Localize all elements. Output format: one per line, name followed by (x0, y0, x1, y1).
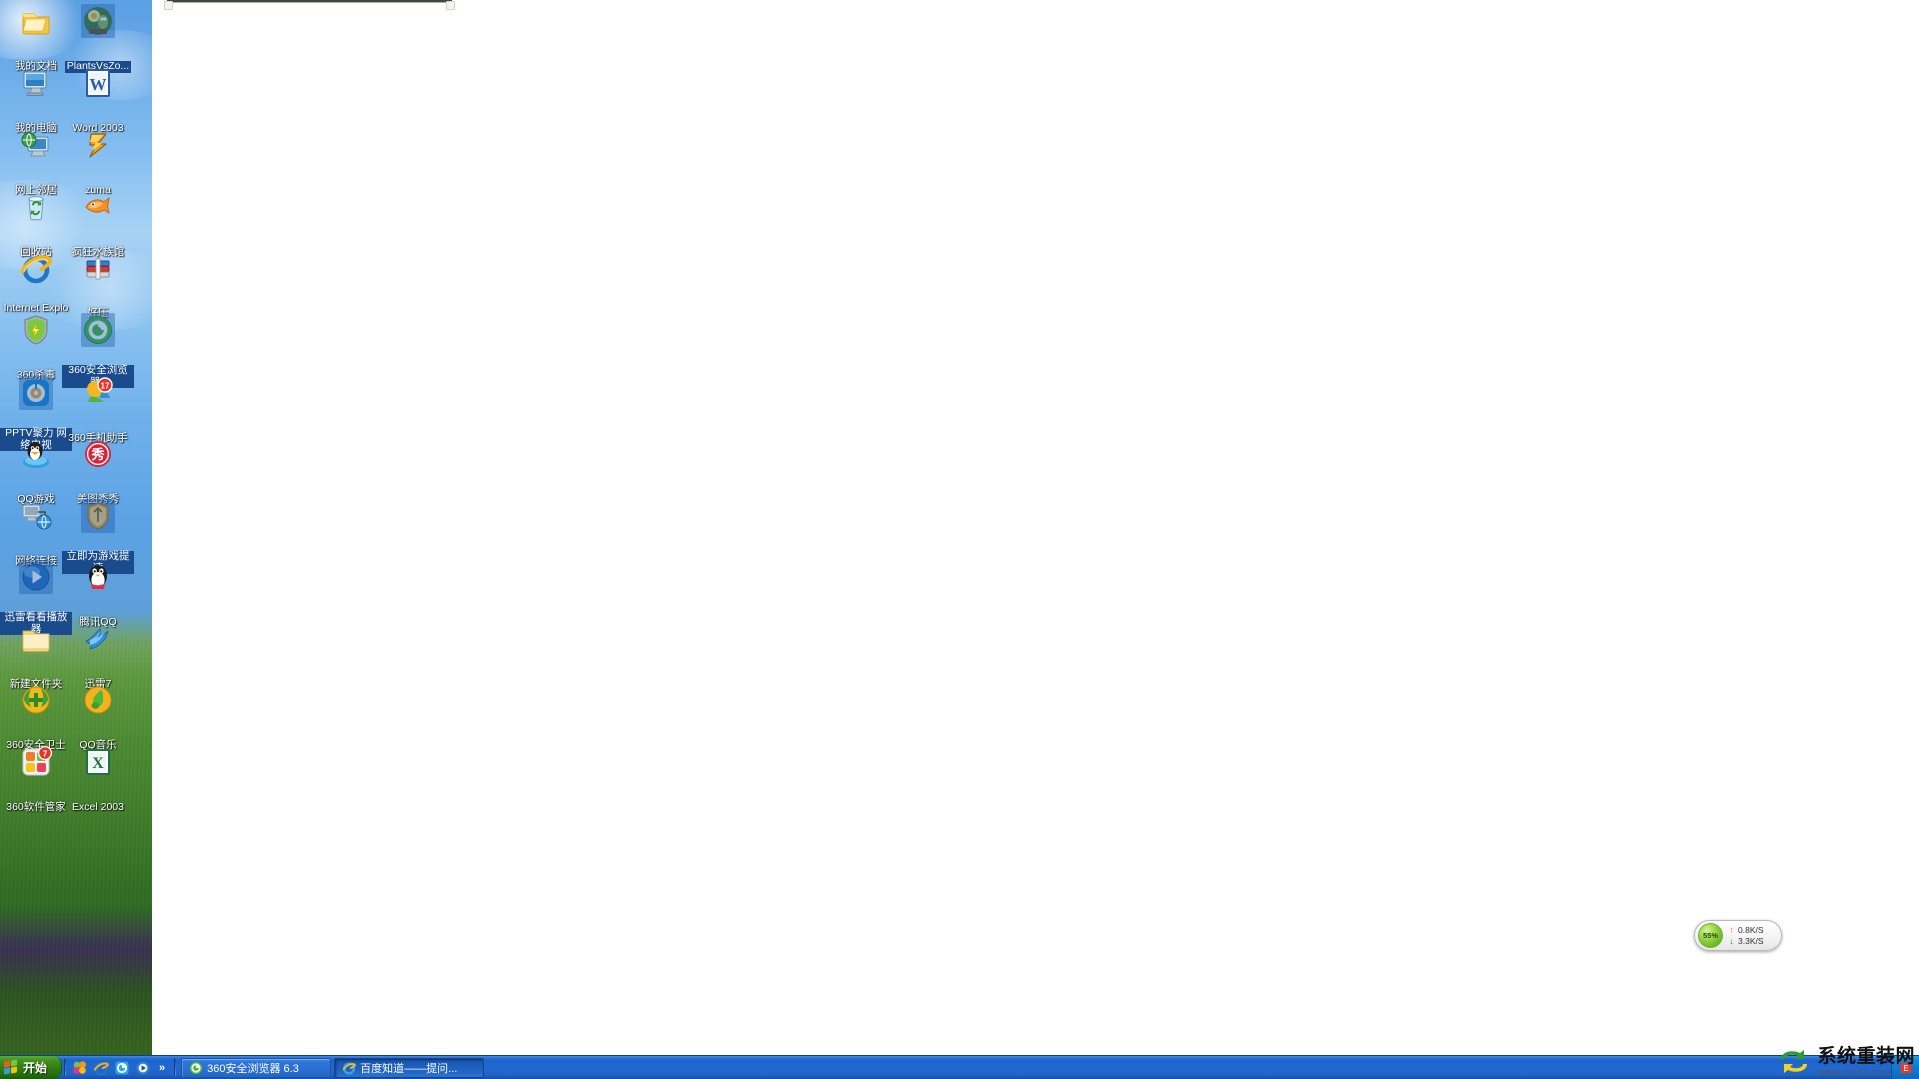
tray-app-icon[interactable]: E (1898, 1060, 1913, 1075)
desktop-icon-360-mobile-assistant[interactable]: 17 360手机助手 (62, 377, 134, 446)
desktop-icon-fish-aquarium[interactable]: 疯狂水族馆 (62, 191, 134, 260)
application-white-canvas (0, 0, 1919, 1055)
desktop-icon-haozip-archive[interactable]: 好压 (62, 252, 134, 321)
plants-vs-zombies-icon (81, 4, 115, 38)
task-button[interactable]: 360安全浏览器 6.3 (181, 1057, 332, 1078)
xunlei-kankan-icon (19, 560, 53, 594)
memory-usage-gauge: 55% (1698, 923, 1723, 948)
taskbar-divider (64, 1059, 66, 1076)
new-folder-icon (20, 623, 52, 655)
360-mobile-assistant-icon: 17 (82, 377, 114, 409)
upload-arrow-icon: ↑ (1729, 925, 1734, 935)
desktop-icon-label: Excel 2003 (72, 801, 124, 813)
quick-launch-bar: » (68, 1056, 172, 1079)
qq-music-icon (82, 684, 114, 716)
start-button[interactable]: 开始 (0, 1056, 62, 1079)
desktop-icon-xunlei-7[interactable]: 迅雷7 (62, 623, 134, 692)
svg-text:E: E (1903, 1064, 1908, 1073)
start-button-label: 开始 (23, 1061, 48, 1075)
task-button-active[interactable]: 百度知道——提问... (334, 1057, 485, 1078)
windows-flag-icon (4, 1059, 19, 1075)
my-computer-icon (20, 67, 52, 99)
media-player-icon[interactable] (135, 1060, 151, 1076)
360-safeguard-icon (20, 684, 52, 716)
xunlei-7-icon (82, 623, 114, 655)
desktop-icon-excel-2003[interactable]: X Excel 2003 (62, 746, 134, 815)
desktop-icon-qq-music[interactable]: QQ音乐 (62, 684, 134, 753)
quick-launch-overflow-button[interactable]: » (156, 1060, 168, 1076)
zuma-game-icon (82, 129, 114, 161)
360-software-manager-icon: 7 (20, 746, 52, 778)
pptv-icon (19, 376, 53, 410)
speed-readout: ↑ 0.8K/S ↓ 3.3K/S (1727, 924, 1764, 947)
svg-text:X: X (92, 755, 104, 772)
fish-aquarium-icon (82, 191, 114, 223)
task-button-list: 360安全浏览器 6.3 百度知道——提问... (178, 1056, 1891, 1079)
upload-speed-value: 0.8K/S (1738, 924, 1764, 935)
window-top-divider (164, 0, 455, 10)
qq-games-icon (20, 438, 52, 470)
taskbar: 开始 » 360安全浏览器 6.3 百度知道——提问... E (0, 1055, 1919, 1079)
svg-text:秀: 秀 (90, 447, 105, 462)
download-speed-row: ↓ 3.3K/S (1727, 935, 1764, 947)
desktop-icon-label: 360软件管家 (6, 801, 66, 813)
taskbar-divider (174, 1059, 177, 1076)
desktop-icon-plants-vs-zombies[interactable]: PlantsVsZo... (62, 4, 134, 74)
download-arrow-icon: ↓ (1729, 936, 1734, 946)
internet-explorer-icon (342, 1061, 356, 1075)
svg-text:7: 7 (43, 748, 48, 758)
word-2003-icon: W (82, 67, 114, 99)
network-speed-widget[interactable]: 55% ↑ 0.8K/S ↓ 3.3K/S (1694, 920, 1782, 951)
desktop-icon-meitu[interactable]: 秀美图秀秀 (62, 438, 134, 507)
task-button-label: 百度知道——提问... (360, 1062, 458, 1075)
show-desktop-icon[interactable] (72, 1060, 88, 1076)
upload-speed-row: ↑ 0.8K/S (1727, 924, 1764, 936)
network-places-icon (20, 129, 52, 161)
desktop-icon-zuma-game[interactable]: zuma (62, 129, 134, 198)
internet-explorer-icon (20, 252, 52, 284)
task-button-label: 360安全浏览器 6.3 (207, 1062, 299, 1075)
svg-text:W: W (90, 75, 107, 94)
360-browser-icon (189, 1061, 203, 1075)
360-antivirus-icon (20, 314, 52, 346)
meitu-icon: 秀 (82, 438, 114, 470)
recycle-bin-icon (20, 191, 52, 223)
desktop-wallpaper: 我的文档 PlantsVsZo... 我的电脑 W Word 2003 网上邻居 zuma 回… (0, 0, 152, 1055)
internet-explorer-icon[interactable] (93, 1060, 109, 1076)
tencent-qq-icon (82, 561, 114, 593)
360-browser-icon (81, 313, 115, 347)
desktop-icon-tencent-qq[interactable]: 腾讯QQ (62, 561, 134, 630)
game-booster-icon (81, 499, 115, 533)
svg-text:17: 17 (101, 381, 110, 390)
haozip-archive-icon (82, 252, 114, 284)
desktop-icon-word-2003[interactable]: W Word 2003 (62, 67, 134, 136)
download-speed-value: 3.3K/S (1738, 935, 1764, 946)
network-connections-icon (20, 500, 52, 532)
desktop-screen: 我的文档 PlantsVsZo... 我的电脑 W Word 2003 网上邻居 zuma 回… (0, 0, 1919, 1079)
360-browser-icon[interactable] (114, 1060, 130, 1076)
excel-2003-icon: X (82, 746, 114, 778)
documents-folder-icon (20, 5, 52, 37)
system-tray: E (1891, 1056, 1919, 1079)
